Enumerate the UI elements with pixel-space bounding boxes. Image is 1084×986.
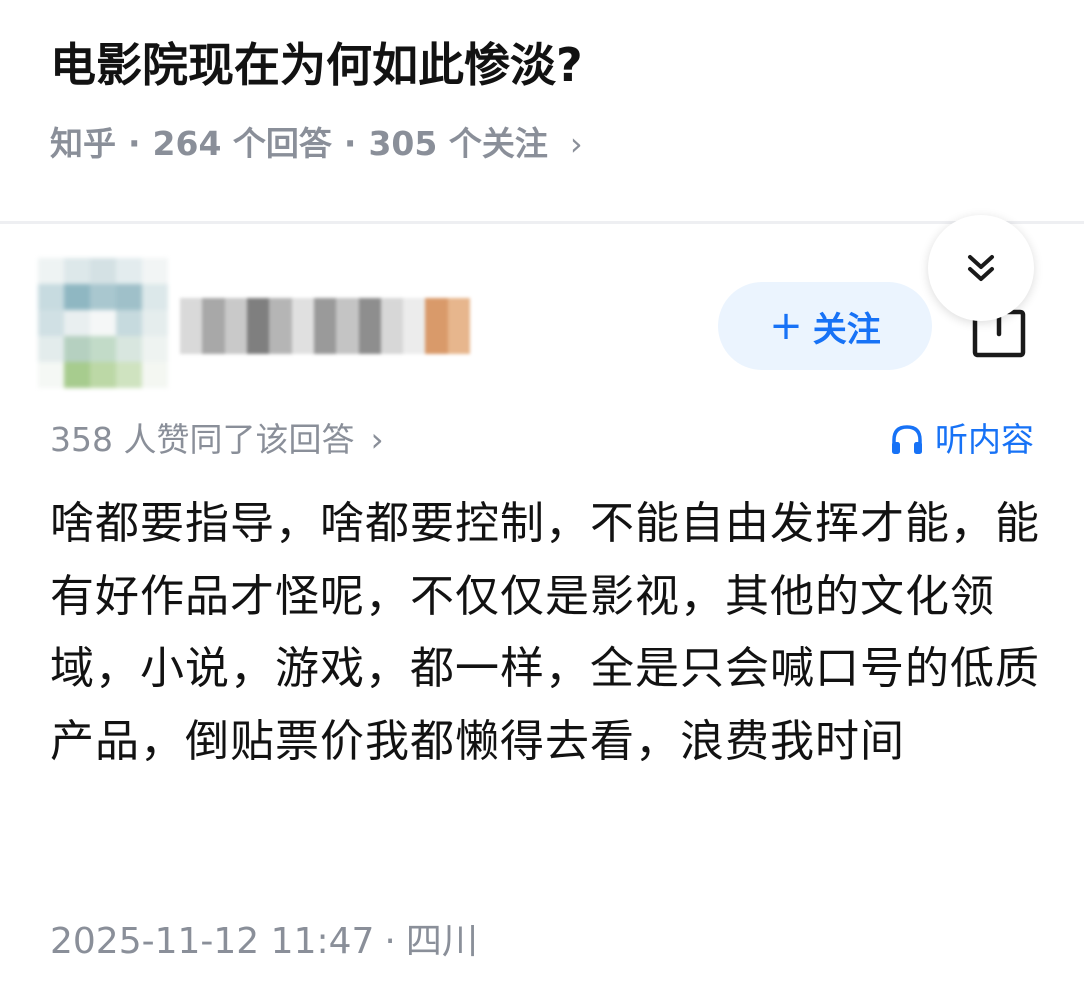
question-title[interactable]: 电影院现在为何如此惨淡?: [50, 30, 1030, 100]
separator-dot: ·: [384, 921, 396, 962]
follow-button[interactable]: + 关注: [718, 282, 932, 370]
separator-dot: ·: [128, 124, 141, 163]
question-meta[interactable]: 知乎 · 264 个回答 · 305 个关注 ›: [50, 118, 583, 170]
answer-count: 264 个回答: [152, 124, 332, 163]
vote-count: 358 人赞同了该回答: [50, 420, 355, 459]
source-label: 知乎: [50, 124, 116, 163]
follower-count: 305 个关注: [368, 124, 548, 163]
listen-button[interactable]: 听内容: [889, 414, 1034, 466]
chevron-right-icon: ›: [370, 420, 384, 459]
answer-location: 四川: [405, 921, 478, 962]
avatar[interactable]: [38, 258, 168, 388]
chevron-double-down-icon: [968, 255, 994, 281]
answer-date: 2025-11-12 11:47: [50, 921, 375, 962]
chevron-right-icon: ›: [569, 125, 583, 163]
author-name[interactable]: [180, 298, 471, 354]
listen-label: 听内容: [935, 420, 1034, 459]
section-divider: [0, 221, 1084, 224]
plus-icon: +: [769, 303, 803, 349]
answer-footer: 2025-11-12 11:47 · 四川: [50, 912, 478, 972]
collapse-button[interactable]: [928, 215, 1034, 321]
answer-content: 啥都要指导，啥都要控制，不能自由发挥才能，能有好作品才怪呢，不仅仅是影视，其他的…: [50, 498, 1040, 767]
vote-summary[interactable]: 358 人赞同了该回答 ›: [50, 414, 384, 466]
separator-dot: ·: [343, 124, 357, 163]
headphones-icon: [892, 425, 922, 454]
follow-label: 关注: [812, 309, 881, 350]
